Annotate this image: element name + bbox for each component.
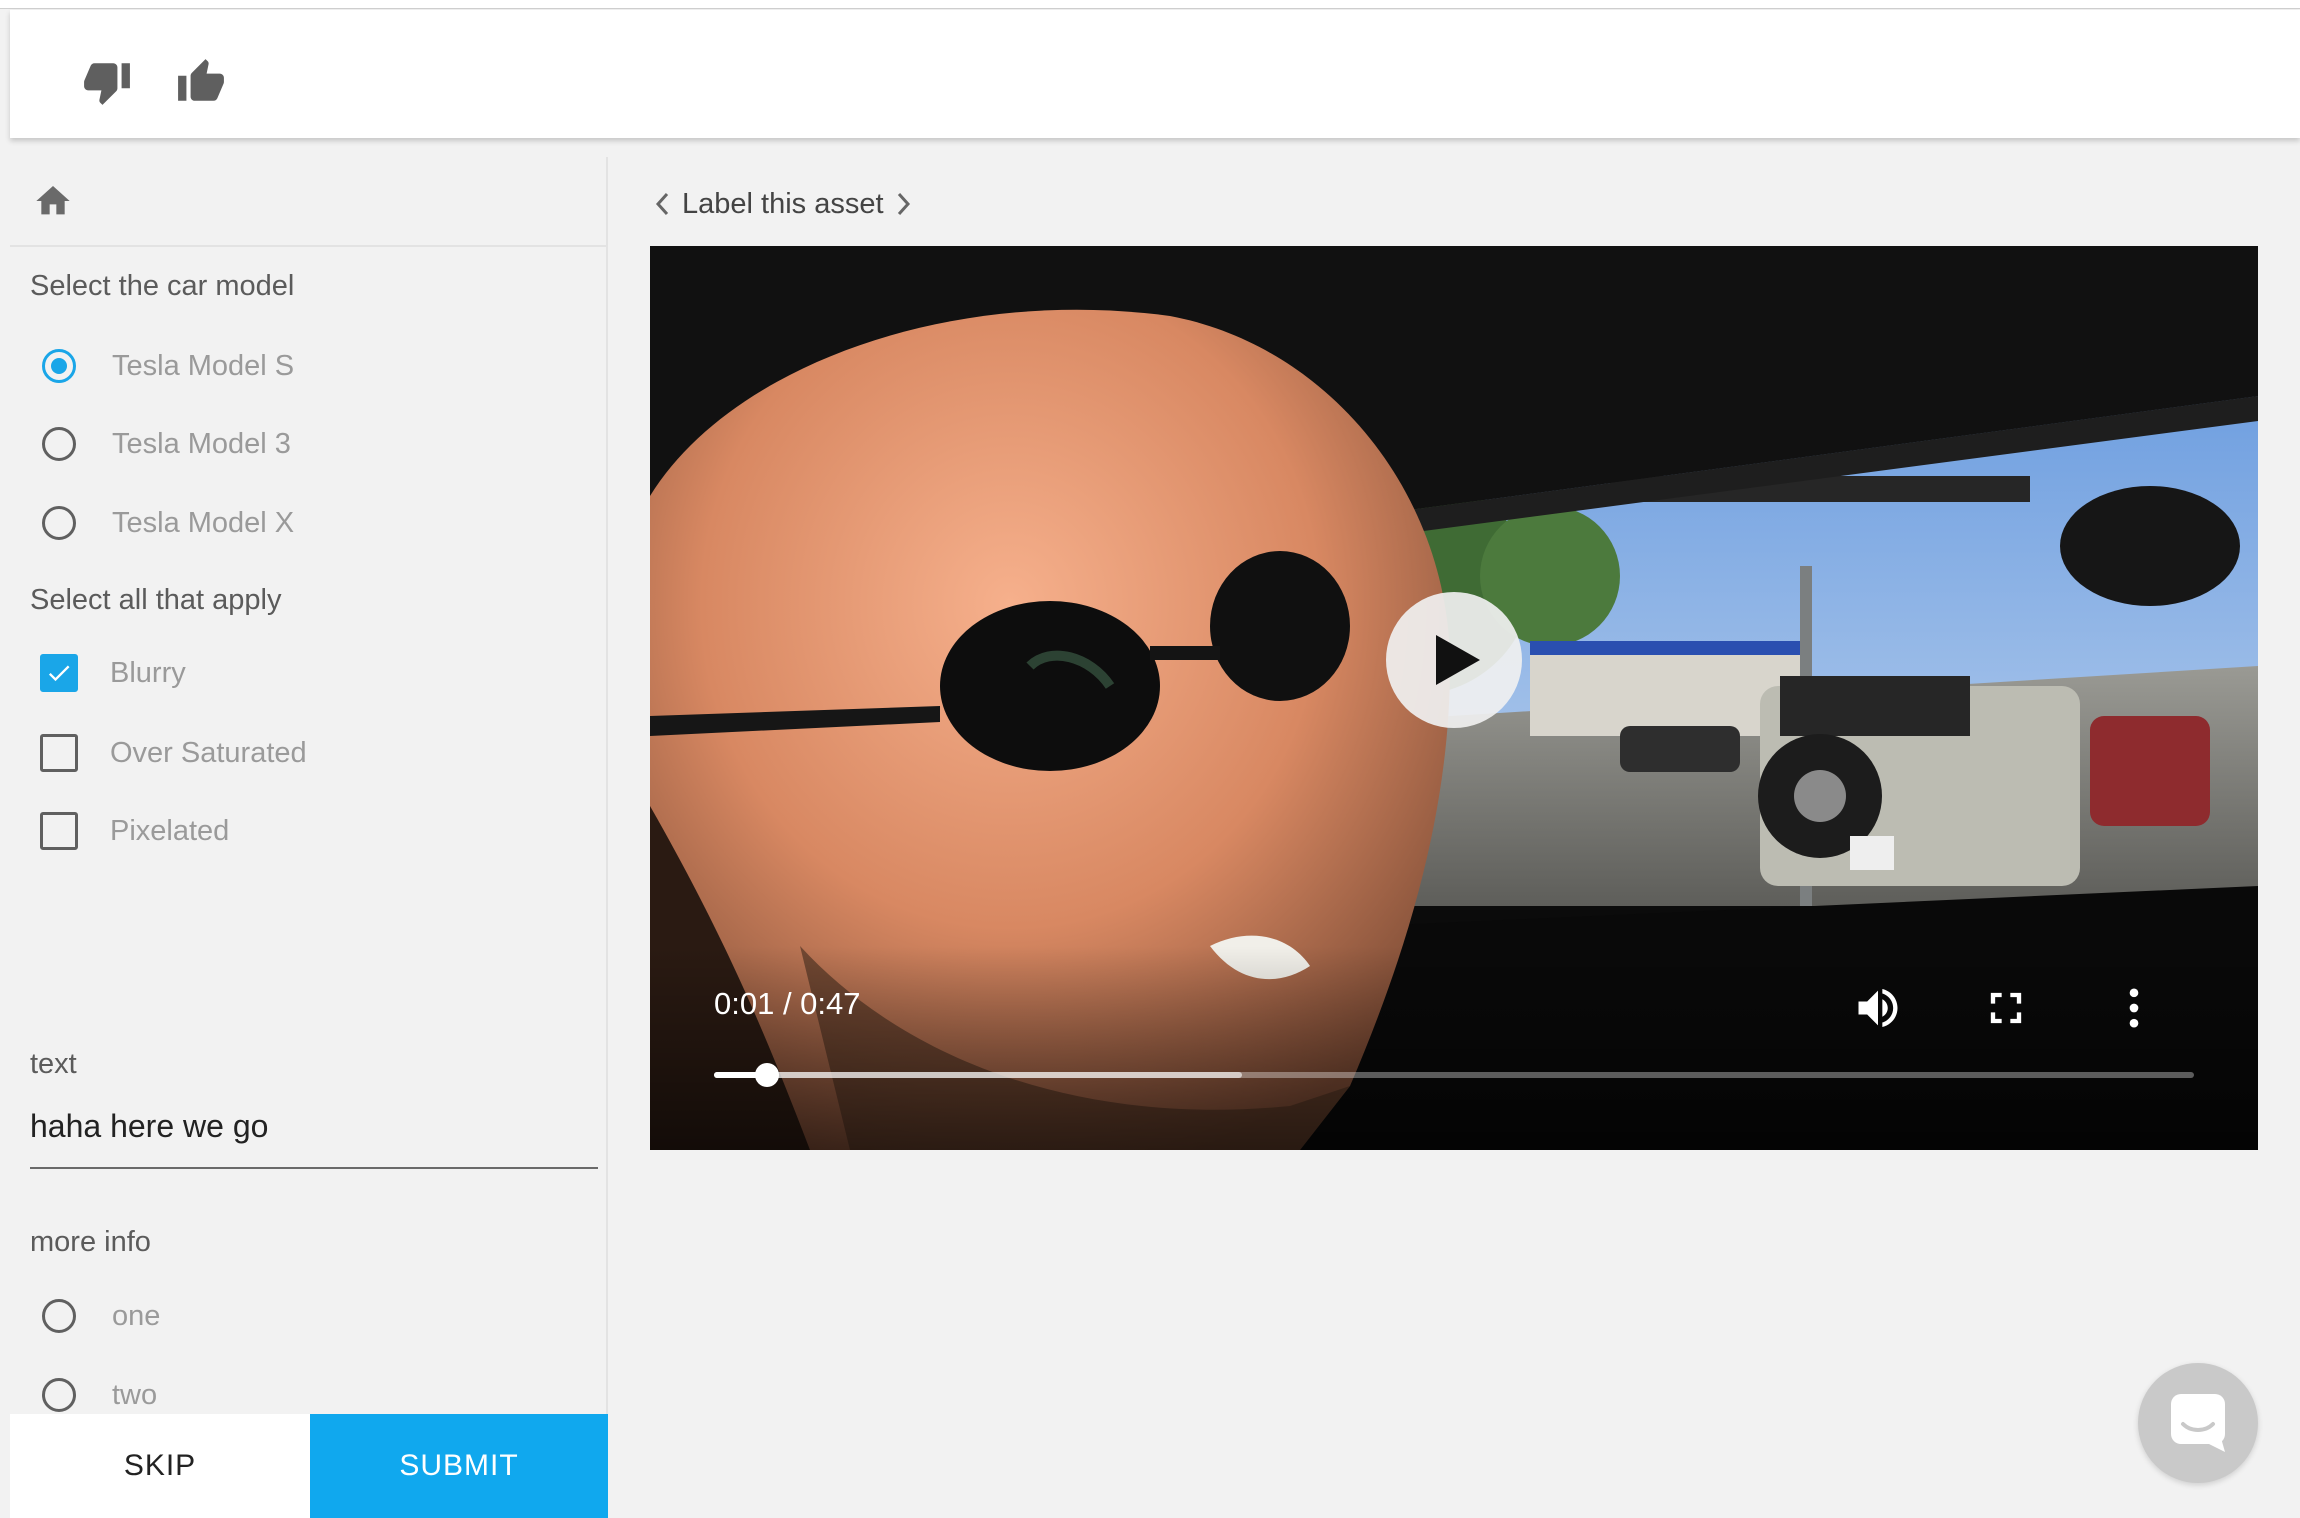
skip-button[interactable]: SKIP xyxy=(10,1414,310,1518)
quality-question: Select all that apply xyxy=(30,584,282,616)
radio-option-tesla-model-x[interactable]: Tesla Model X xyxy=(30,499,590,547)
video-player[interactable]: 0:01 / 0:47 xyxy=(650,246,2258,1150)
checkbox[interactable] xyxy=(40,654,78,692)
home-button[interactable] xyxy=(32,181,74,221)
home-icon xyxy=(36,186,70,215)
asset-navigation: Label this asset xyxy=(650,182,916,226)
submit-button[interactable]: SUBMIT xyxy=(310,1414,608,1518)
play-icon xyxy=(1436,635,1480,685)
chat-support-button[interactable] xyxy=(2138,1363,2258,1483)
chat-icon xyxy=(2171,1394,2225,1452)
checkbox-option-pixelated[interactable]: Pixelated xyxy=(30,807,590,855)
radio-option-label: Tesla Model S xyxy=(112,349,295,382)
radio-button[interactable] xyxy=(42,1299,76,1333)
checkbox-option-label: Pixelated xyxy=(110,814,230,847)
play-button[interactable] xyxy=(1386,592,1522,728)
label-sidebar: Select the car model Tesla Model S Tesla… xyxy=(10,157,608,1518)
checkbox-option-over-saturated[interactable]: Over Saturated xyxy=(30,729,590,777)
radio-option-label: Tesla Model 3 xyxy=(112,427,291,460)
fullscreen-button[interactable] xyxy=(1978,980,2034,1036)
radio-option-label: two xyxy=(112,1378,158,1411)
radio-option-two[interactable]: two xyxy=(30,1371,590,1419)
radio-button[interactable] xyxy=(42,427,76,461)
checkbox-option-label: Blurry xyxy=(110,656,186,689)
fullscreen-icon xyxy=(1990,992,2022,1024)
radio-option-label: one xyxy=(112,1299,161,1332)
volume-button[interactable] xyxy=(1850,980,1906,1036)
more-options-button[interactable] xyxy=(2106,980,2162,1036)
radio-option-tesla-model-3[interactable]: Tesla Model 3 xyxy=(30,420,590,468)
radio-option-tesla-model-s[interactable]: Tesla Model S xyxy=(30,342,590,390)
asset-title: Label this asset xyxy=(682,187,884,220)
thumbs-down-button[interactable] xyxy=(80,55,134,109)
feedback-toolbar xyxy=(10,10,2300,138)
previous-asset-button[interactable] xyxy=(650,189,676,219)
radio-option-label: Tesla Model X xyxy=(112,506,295,539)
volume-icon xyxy=(1858,988,1898,1028)
sidebar-home-bar xyxy=(10,157,606,247)
text-field-label: text xyxy=(30,1048,77,1080)
chevron-right-icon xyxy=(897,192,910,216)
checkbox[interactable] xyxy=(40,734,78,772)
checkbox-option-blurry[interactable]: Blurry xyxy=(30,649,590,697)
window-top-edge xyxy=(0,0,2300,9)
time-display: 0:01 / 0:47 xyxy=(714,986,861,1021)
more-options-icon xyxy=(2129,988,2139,1028)
thumbs-up-icon xyxy=(178,59,224,101)
checkmark-icon xyxy=(48,665,70,682)
radio-button[interactable] xyxy=(42,1378,76,1412)
thumbs-down-icon xyxy=(84,63,130,105)
text-input[interactable] xyxy=(30,1095,598,1169)
car-model-question: Select the car model xyxy=(30,270,295,302)
checkbox-option-label: Over Saturated xyxy=(110,736,307,769)
controls-overlay xyxy=(650,946,2258,1150)
radio-button[interactable] xyxy=(42,506,76,540)
checkbox[interactable] xyxy=(40,812,78,850)
chevron-left-icon xyxy=(655,192,669,216)
thumbs-up-button[interactable] xyxy=(174,55,228,109)
buffered-bar xyxy=(714,1072,1243,1078)
seek-bar[interactable] xyxy=(714,1063,2194,1087)
radio-option-one[interactable]: one xyxy=(30,1292,590,1340)
next-asset-button[interactable] xyxy=(890,189,916,219)
more-info-question: more info xyxy=(30,1226,151,1258)
radio-button[interactable] xyxy=(42,349,76,383)
